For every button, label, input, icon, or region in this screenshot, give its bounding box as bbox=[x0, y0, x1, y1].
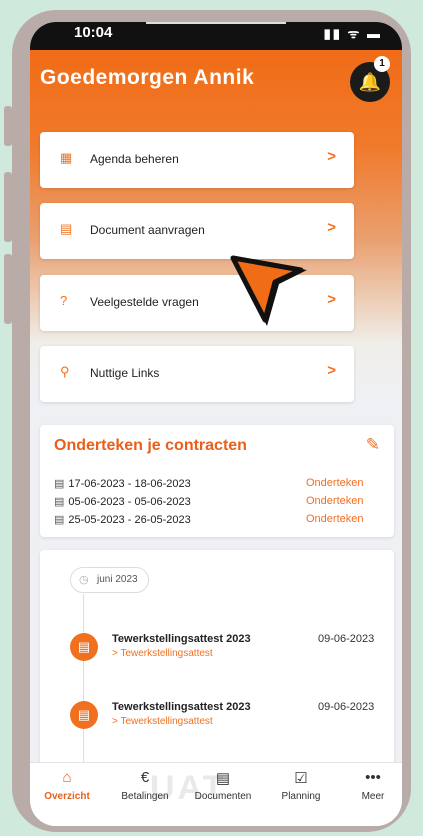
sign-button[interactable]: Onderteken bbox=[306, 495, 363, 507]
timeline-item-link[interactable]: > Tewerkstellingsattest bbox=[112, 648, 213, 659]
link-icon: ⚲ bbox=[60, 364, 70, 379]
status-icons: ▮▮ ᯤ ▬ bbox=[323, 26, 382, 41]
contract-range: 25-05-2023 - 26-05-2023 bbox=[68, 514, 191, 526]
tab-label: Betalingen bbox=[121, 791, 169, 802]
contract-row: ▤ 05-06-2023 - 05-06-2023 bbox=[54, 495, 191, 508]
contract-range: 05-06-2023 - 05-06-2023 bbox=[68, 496, 191, 508]
sign-button[interactable]: Onderteken bbox=[306, 477, 363, 489]
tab-overzicht[interactable]: ⌂ Overzicht bbox=[30, 763, 104, 826]
timeline-item-title: Tewerkstellingsattest 2023 bbox=[112, 701, 251, 713]
tab-betalingen[interactable]: € Betalingen bbox=[108, 763, 182, 826]
calendar-check-icon: ☑ bbox=[294, 770, 308, 787]
contract-range: 17-06-2023 - 18-06-2023 bbox=[68, 478, 191, 490]
document-icon: ▤ bbox=[54, 514, 65, 526]
side-button bbox=[4, 106, 12, 146]
document-icon: ▤ bbox=[215, 770, 231, 787]
tab-meer[interactable]: ••• Meer bbox=[336, 763, 402, 826]
chevron-right-icon: > bbox=[327, 219, 336, 236]
timeline-item-date: 09-06-2023 bbox=[318, 701, 375, 713]
tab-label: Meer bbox=[361, 791, 385, 802]
more-icon: ••• bbox=[365, 769, 381, 786]
menu-item-label: Veelgestelde vragen bbox=[90, 295, 199, 309]
timeline-item-title: Tewerkstellingsattest 2023 bbox=[112, 633, 251, 645]
contracts-title: Onderteken je contracten bbox=[54, 437, 247, 454]
sign-button[interactable]: Onderteken bbox=[306, 513, 363, 525]
menu-item-label: Agenda beheren bbox=[90, 152, 179, 166]
home-icon: ⌂ bbox=[62, 769, 72, 786]
question-icon: ? bbox=[60, 293, 68, 308]
contract-row: ▤ 25-05-2023 - 26-05-2023 bbox=[54, 513, 191, 526]
side-button bbox=[4, 254, 12, 324]
tab-documenten[interactable]: ▤ Documenten bbox=[186, 763, 260, 826]
timeline-item-date: 09-06-2023 bbox=[318, 633, 375, 645]
side-button bbox=[4, 172, 12, 242]
menu-item-label: Nuttige Links bbox=[90, 366, 160, 380]
document-icon: ▤ bbox=[54, 478, 65, 490]
menu-item-links[interactable]: ⚲ Nuttige Links > bbox=[40, 346, 354, 402]
app-screen: 10:04 ▮▮ ᯤ ▬ Goedemorgen Annik 🔔 1 ▦ Age… bbox=[30, 22, 402, 826]
notification-badge: 1 bbox=[374, 56, 390, 72]
document-icon: ▤ bbox=[54, 496, 65, 508]
chevron-right-icon: > bbox=[327, 362, 336, 379]
pointer-arrow-icon bbox=[230, 255, 307, 326]
timeline-item-link[interactable]: > Tewerkstellingsattest bbox=[112, 716, 213, 727]
briefcase-icon: ▤ bbox=[70, 633, 98, 661]
menu-item-agenda[interactable]: ▦ Agenda beheren > bbox=[40, 132, 354, 188]
bottom-tab-bar: UAT ⌂ Overzicht € Betalingen ▤ Documente… bbox=[30, 762, 402, 826]
status-time: 10:04 bbox=[74, 24, 113, 41]
tab-label: Documenten bbox=[194, 791, 252, 802]
greeting-title: Goedemorgen Annik bbox=[40, 66, 255, 89]
clock-icon: ◷ bbox=[79, 574, 89, 586]
document-icon: ▤ bbox=[60, 221, 73, 236]
pen-icon[interactable]: ✎ bbox=[366, 435, 380, 455]
month-pill: ◷ juni 2023 bbox=[70, 567, 149, 593]
tab-label: Overzicht bbox=[44, 791, 90, 802]
chevron-right-icon: > bbox=[327, 148, 336, 165]
euro-icon: € bbox=[140, 769, 150, 786]
contracts-card: Onderteken je contracten ✎ ▤ 17-06-2023 -… bbox=[40, 425, 394, 537]
status-bar: 10:04 ▮▮ ᯤ ▬ bbox=[30, 22, 402, 50]
briefcase-icon: ▤ bbox=[70, 701, 98, 729]
chevron-right-icon: > bbox=[327, 291, 336, 308]
tab-planning[interactable]: ☑ Planning bbox=[264, 763, 338, 826]
menu-item-label: Document aanvragen bbox=[90, 223, 205, 237]
tab-label: Planning bbox=[281, 791, 321, 802]
contract-row: ▤ 17-06-2023 - 18-06-2023 bbox=[54, 477, 191, 490]
pointer-arrow-fill bbox=[230, 255, 304, 323]
notch-indicator bbox=[146, 22, 286, 24]
calendar-icon: ▦ bbox=[60, 150, 73, 165]
month-label: juni 2023 bbox=[97, 574, 138, 585]
